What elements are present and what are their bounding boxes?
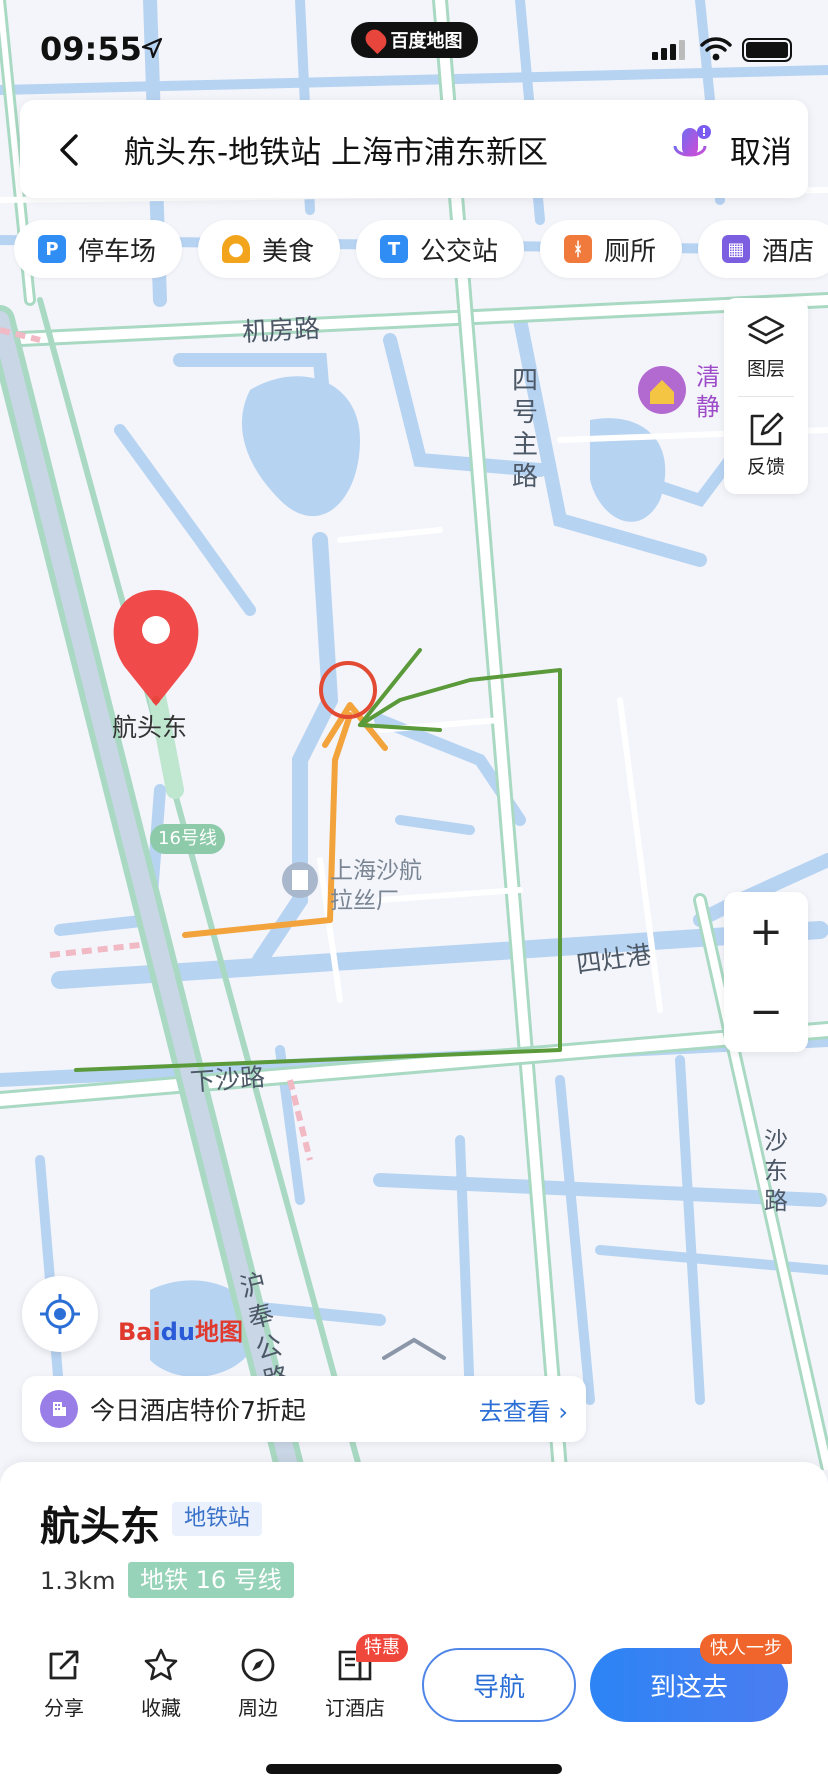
road-label-jifang: 机房路 — [241, 313, 321, 349]
navigate-button[interactable]: 导航 — [422, 1648, 576, 1722]
zoom-out-button[interactable]: − — [724, 972, 808, 1052]
favorite-button[interactable]: 收藏 — [119, 1646, 203, 1721]
toilet-icon: ᚼ — [564, 235, 593, 263]
chip-toilet[interactable]: ᚼ 厕所 — [540, 220, 683, 278]
chip-label: 厕所 — [604, 236, 657, 267]
chip-bus-stop[interactable]: T 公交站 — [356, 220, 525, 278]
road-label-sihao: 四号主路 — [512, 366, 539, 492]
line-16-label: 16号线 — [150, 824, 225, 854]
layers-icon — [747, 315, 785, 344]
chip-food[interactable]: ● 美食 — [198, 220, 341, 278]
status-bar: 09:55 百度地图 — [0, 0, 828, 96]
chip-label: 停车场 — [78, 236, 157, 267]
share-button[interactable]: 分享 — [22, 1646, 106, 1721]
bus-stop-icon: T — [380, 235, 409, 263]
fast-badge: 快人一步 — [700, 1634, 792, 1664]
nearby-button[interactable]: 周边 — [216, 1646, 300, 1721]
layers-label: 图层 — [746, 357, 785, 380]
cancel-button[interactable]: 取消 — [730, 127, 792, 172]
locate-me-button[interactable] — [22, 1276, 98, 1352]
app-badge-label: 百度地图 — [390, 31, 463, 52]
metro-line-tag: 地铁 16 号线 — [128, 1562, 294, 1598]
place-category-tag: 地铁站 — [172, 1502, 263, 1536]
star-icon — [144, 1648, 178, 1681]
chip-label: 公交站 — [420, 236, 499, 267]
baidu-logo: Baidu地图 — [118, 1312, 243, 1347]
book-hotel-label: 订酒店 — [325, 1696, 385, 1720]
poi-label-factory: 上海沙航拉丝厂 — [330, 858, 422, 914]
category-chips: P 停车场 ● 美食 T 公交站 ᚼ 厕所 ▦ 酒店 — [14, 220, 828, 278]
poi-label-qingjing: 清静 — [696, 363, 720, 421]
station-marker[interactable] — [113, 590, 199, 706]
hotel-icon: ▦ — [722, 235, 751, 263]
voice-mic-icon[interactable] — [670, 124, 714, 174]
feedback-button[interactable]: 反馈 — [724, 396, 808, 494]
road-label-shadong: 沙东路 — [764, 1127, 788, 1215]
parking-icon: P — [38, 235, 66, 263]
search-query[interactable]: 航头东-地铁站 上海市浦东新区 — [124, 127, 548, 172]
promo-text: 今日酒店特价7折起 — [90, 1396, 306, 1425]
search-bar[interactable]: 航头东-地铁站 上海市浦东新区 取消 — [20, 100, 808, 198]
feedback-edit-icon — [750, 412, 784, 445]
promo-link[interactable]: 去查看 › — [479, 1392, 568, 1427]
logo-paw: du — [160, 1318, 195, 1346]
nearby-label: 周边 — [238, 1696, 278, 1720]
share-label: 分享 — [44, 1696, 84, 1720]
app-badge[interactable]: 百度地图 — [351, 22, 478, 58]
back-icon[interactable] — [50, 130, 90, 170]
status-time: 09:55 — [40, 30, 142, 68]
station-label: 航头东 — [112, 713, 188, 742]
battery-icon — [742, 38, 792, 62]
place-name: 航头东 — [40, 1504, 160, 1550]
chip-hotel[interactable]: ▦ 酒店 — [698, 220, 828, 278]
hotel-promo-banner[interactable]: 今日酒店特价7折起 去查看 › — [22, 1376, 586, 1442]
hotel-deal-badge: 特惠 — [356, 1634, 408, 1662]
zoom-in-button[interactable]: + — [724, 892, 808, 972]
logo-text-a: Bai — [118, 1318, 161, 1346]
food-icon: ● — [222, 235, 251, 263]
layers-button[interactable]: 图层 — [724, 298, 808, 396]
chip-label: 美食 — [262, 236, 315, 267]
share-icon — [49, 1650, 79, 1680]
location-arrow-icon — [141, 37, 163, 59]
chip-parking[interactable]: P 停车场 — [14, 220, 183, 278]
signal-icon — [652, 40, 685, 60]
favorite-label: 收藏 — [141, 1696, 181, 1720]
road-label-xiasha: 下沙路 — [189, 1062, 267, 1097]
hotel-building-icon — [40, 1390, 78, 1428]
baidu-pin-icon — [361, 25, 390, 55]
feedback-label: 反馈 — [746, 455, 785, 478]
zoom-controls: + − — [724, 892, 808, 1052]
wifi-icon — [700, 37, 732, 61]
compass-icon — [241, 1648, 275, 1682]
place-distance: 1.3km — [40, 1567, 116, 1595]
logo-text-c: 地图 — [194, 1318, 243, 1346]
map-tools: 图层 反馈 — [724, 298, 808, 494]
home-indicator[interactable] — [266, 1764, 562, 1774]
chip-label: 酒店 — [762, 236, 815, 267]
action-bar: 分享 收藏 周边 订酒店 特惠 导航 到这去 快人一步 — [0, 1618, 828, 1742]
crosshair-icon — [40, 1294, 80, 1334]
